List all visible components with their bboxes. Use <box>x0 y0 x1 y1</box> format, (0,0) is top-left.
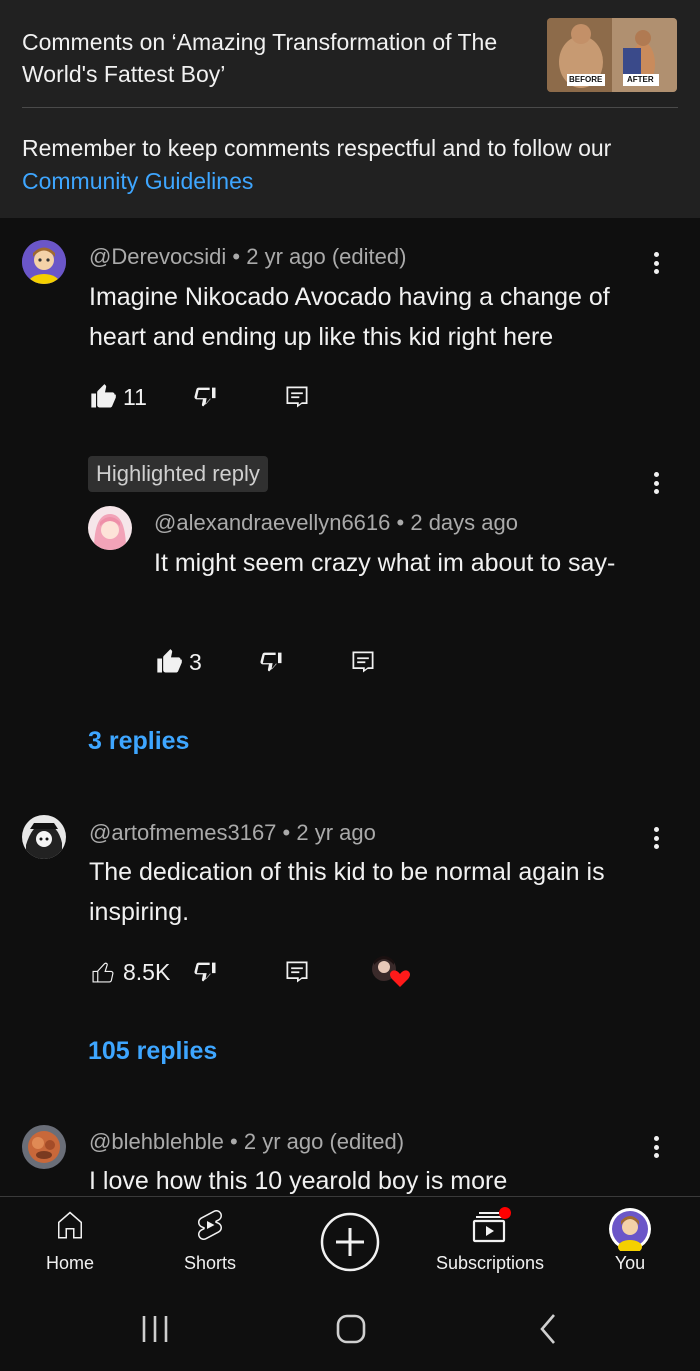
comment-time: 2 yr ago (edited) <box>246 244 407 269</box>
comment-text: The dedication of this kid to be normal … <box>89 858 605 926</box>
comments-title: Comments on ‘Amazing Transformation of T… <box>22 29 498 87</box>
avatar[interactable] <box>88 506 132 550</box>
thumbnail-after-label: AFTER <box>627 75 654 84</box>
subscriptions-icon <box>472 1207 511 1243</box>
reply-button[interactable] <box>283 956 311 988</box>
nav-shorts[interactable]: Shorts <box>140 1197 280 1291</box>
nav-subscriptions[interactable]: Subscriptions <box>420 1197 560 1291</box>
reply-author[interactable]: @alexandraevellyn6616 <box>154 510 390 535</box>
reply-button[interactable] <box>349 646 377 678</box>
reply-icon <box>286 386 308 408</box>
more-options-icon[interactable] <box>646 248 666 278</box>
video-thumbnail[interactable]: BEFORE AFTER <box>547 18 677 92</box>
like-count: 11 <box>123 383 147 410</box>
reply-time: 2 days ago <box>410 510 518 535</box>
thumbs-up-icon <box>92 962 114 983</box>
nav-label: You <box>614 1253 646 1273</box>
reply-icon <box>352 651 374 673</box>
comments-header: Comments on ‘Amazing Transformation of T… <box>0 0 700 218</box>
comment-actions: 11 <box>89 381 389 413</box>
view-replies-link[interactable]: 105 replies <box>88 1037 217 1066</box>
nav-label: Shorts <box>183 1253 237 1273</box>
thumbs-up-filled-icon <box>157 649 182 673</box>
avatar[interactable] <box>22 240 66 284</box>
comment-actions: 8.5K <box>89 956 429 988</box>
reply-actions: 3 <box>155 646 415 678</box>
reply-text: It might seem crazy what im about to say… <box>154 549 616 577</box>
thumbnail-before-label: BEFORE <box>569 75 603 84</box>
comment-meta: @blehblehble • 2 yr ago (edited) <box>89 1129 405 1154</box>
comment-time: 2 yr ago (edited) <box>243 1129 405 1154</box>
more-options-icon[interactable] <box>646 1132 666 1162</box>
thumbs-down-icon <box>194 387 216 407</box>
avatar[interactable] <box>22 815 66 859</box>
recent-apps-icon[interactable] <box>140 1312 170 1346</box>
like-button[interactable]: 3 <box>155 646 202 678</box>
dislike-button[interactable] <box>191 956 219 988</box>
comment-author[interactable]: @Derevocsidi <box>89 244 226 269</box>
more-options-icon[interactable] <box>646 468 666 498</box>
community-guidelines-link[interactable]: Community Guidelines <box>22 165 672 198</box>
dislike-button[interactable] <box>257 646 285 678</box>
like-count: 3 <box>189 648 202 675</box>
home-system-icon[interactable] <box>335 1313 367 1345</box>
comment-text: Imagine Nikocado Avocado having a change… <box>89 283 610 351</box>
create-icon <box>320 1212 380 1272</box>
thumbs-down-icon <box>194 962 216 982</box>
reply-meta: @alexandraevellyn6616 • 2 days ago <box>154 510 518 535</box>
more-options-icon[interactable] <box>646 823 666 853</box>
like-button[interactable]: 8.5K <box>89 956 170 988</box>
back-icon[interactable] <box>537 1312 559 1346</box>
nav-home[interactable]: Home <box>0 1197 140 1291</box>
creator-heart-icon <box>370 956 410 988</box>
avatar <box>609 1208 651 1251</box>
comment-text: I love how this 10 yearold boy is more <box>89 1167 508 1195</box>
comment-meta: @Derevocsidi • 2 yr ago (edited) <box>89 244 407 269</box>
view-replies-link[interactable]: 3 replies <box>88 727 189 756</box>
thumbs-down-icon <box>260 652 282 672</box>
reply-icon <box>286 961 308 983</box>
system-navigation-bar <box>0 1290 700 1371</box>
like-count: 8.5K <box>123 958 171 985</box>
comment-time: 2 yr ago <box>296 820 376 845</box>
nav-you[interactable]: You <box>560 1197 700 1291</box>
comment-author[interactable]: @artofmemes3167 <box>89 820 276 845</box>
avatar[interactable] <box>22 1125 66 1169</box>
thumbs-up-filled-icon <box>91 384 116 408</box>
guidelines-reminder: Remember to keep comments respectful and… <box>22 132 672 198</box>
reply-button[interactable] <box>283 381 311 413</box>
home-icon <box>58 1211 82 1239</box>
nav-label: Home <box>45 1253 94 1273</box>
dislike-button[interactable] <box>191 381 219 413</box>
reminder-text: Remember to keep comments respectful and… <box>22 135 612 161</box>
like-button[interactable]: 11 <box>89 381 147 413</box>
nav-label: Subscriptions <box>435 1253 545 1273</box>
highlighted-reply-badge: Highlighted reply <box>88 456 268 492</box>
header-divider <box>22 107 678 108</box>
nav-create[interactable] <box>280 1197 420 1291</box>
shorts-icon <box>197 1210 223 1240</box>
comment-author[interactable]: @blehblehble <box>89 1129 224 1154</box>
bottom-navigation: Home Shorts Subscriptions You <box>0 1196 700 1290</box>
comment-meta: @artofmemes3167 • 2 yr ago <box>89 820 376 845</box>
